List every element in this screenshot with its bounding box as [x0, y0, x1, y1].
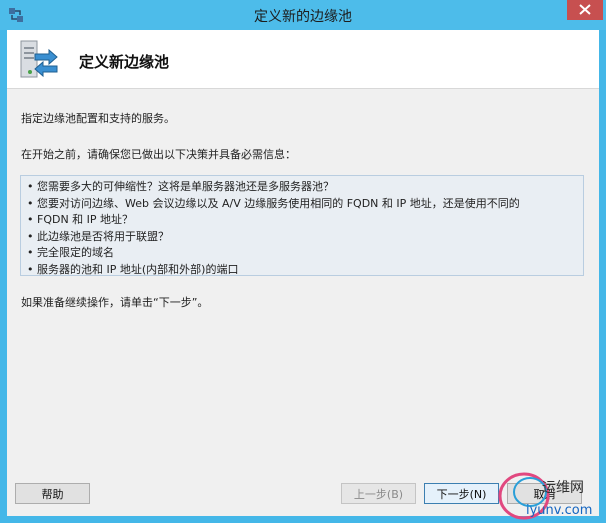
wizard-header: 定义新边缘池	[7, 30, 599, 89]
page-title: 定义新边缘池	[79, 53, 170, 71]
watermark-text: 运维网	[542, 480, 584, 496]
list-item: 您要对访问边缘、Web 会议边缘以及 A/V 边缘服务使用相同的 FQDN 和 …	[21, 196, 583, 213]
list-item: 完全限定的域名	[21, 245, 583, 262]
title-bar: 定义新的边缘池	[0, 0, 606, 30]
help-button[interactable]: 帮助	[15, 483, 90, 504]
list-item-text: FQDN 和 IP 地址？	[37, 213, 134, 226]
window-title: 定义新的边缘池	[254, 9, 352, 25]
next-button[interactable]: 下一步(N)	[424, 483, 499, 504]
watermark-url: iyunv.com	[526, 503, 592, 518]
back-button[interactable]: 上一步(B)	[341, 483, 416, 504]
list-item: 您需要多大的可伸缩性？这将是单服务器池还是多服务器池？	[21, 179, 583, 196]
close-button[interactable]	[567, 0, 603, 20]
ready-text: 如果准备继续操作，请单击“下一步”。	[21, 296, 209, 309]
list-item-continuation: FQDN 和 IP 地址？	[21, 212, 583, 229]
requirements-box: 您需要多大的可伸缩性？这将是单服务器池还是多服务器池？ 您要对访问边缘、Web …	[20, 175, 584, 279]
dialog-client: 定义新边缘池 指定边缘池配置和支持的服务。 在开始之前，请确保您已做出以下决策并…	[7, 30, 599, 516]
server-pool-arrows-icon	[20, 40, 58, 78]
watermark-logo: 运维网 iyunv.com	[498, 472, 592, 520]
list-item: 服务器的池和 IP 地址(内部和外部)的端口	[21, 262, 583, 279]
close-icon	[579, 4, 591, 15]
list-item: 此边缘池是否将用于联盟？	[21, 229, 583, 246]
prereq-intro-text: 在开始之前，请确保您已做出以下决策并具备必需信息：	[21, 148, 296, 161]
intro-text: 指定边缘池配置和支持的服务。	[21, 112, 175, 125]
